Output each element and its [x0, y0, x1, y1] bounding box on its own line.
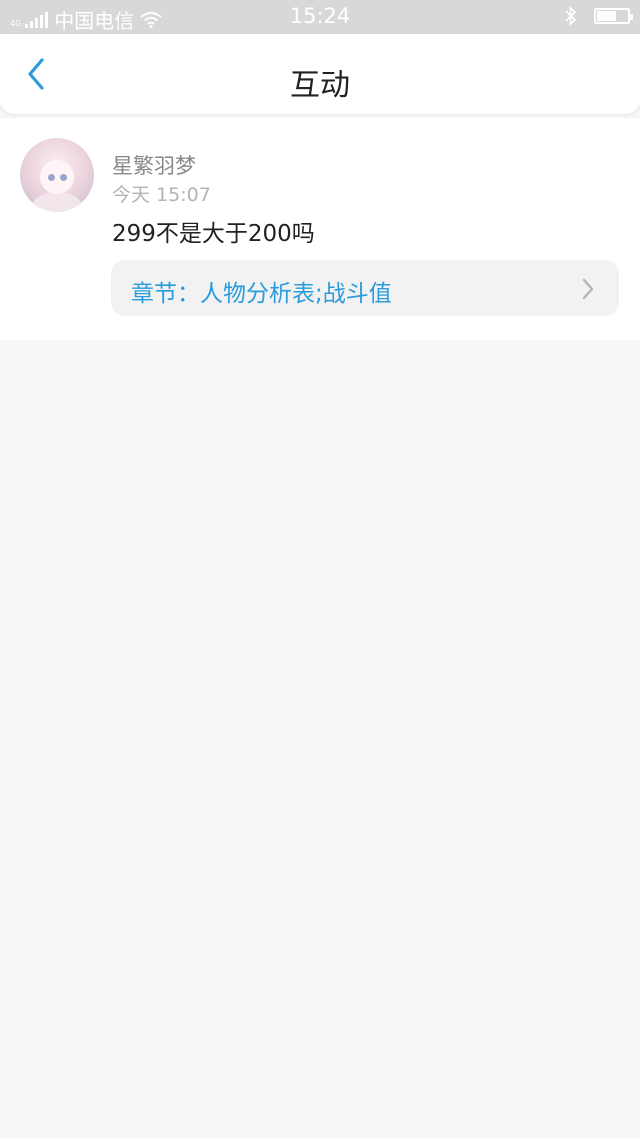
comment-time: 今天 15:07 — [112, 184, 211, 206]
battery-icon — [594, 8, 633, 24]
page-title: 互动 — [290, 68, 350, 103]
nav-bar: 互动 — [0, 34, 640, 114]
bluetooth-icon — [565, 6, 577, 26]
username[interactable]: 星繁羽梦 — [112, 150, 196, 180]
status-right — [564, 6, 633, 26]
status-time: 15:24 — [289, 4, 351, 28]
chevron-right-icon — [582, 278, 594, 300]
comment-card: 星繁羽梦 今天 15:07 299不是大于200吗 章节：人物分析表;战斗值 — [0, 118, 640, 340]
avatar[interactable] — [20, 138, 94, 212]
status-bar: 4G 中国电信 15:24 — [0, 0, 640, 34]
chapter-link[interactable]: 章节：人物分析表;战斗值 — [111, 260, 619, 316]
chapter-link-label: 章节：人物分析表;战斗值 — [131, 281, 392, 307]
comment-text: 299不是大于200吗 — [112, 221, 315, 247]
battery-level — [597, 11, 617, 21]
